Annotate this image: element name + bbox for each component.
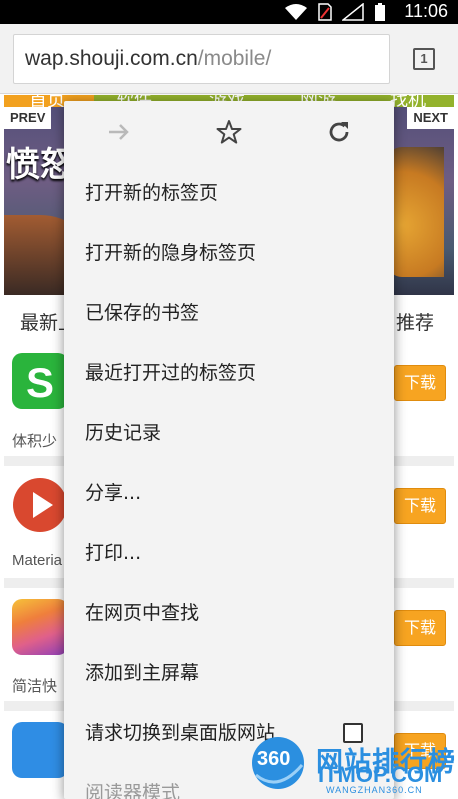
tab-switcher-button[interactable]: 1 — [413, 48, 435, 70]
app-description: Materia — [12, 552, 63, 569]
menu-item-history[interactable]: 历史记录 — [64, 403, 394, 463]
url-host: wap.shouji.com.cn — [25, 47, 198, 70]
nav-item-home[interactable]: 首页 — [29, 95, 65, 107]
watermark-sub: WANGZHAN360.CN — [326, 785, 423, 795]
download-button[interactable]: 下载 — [394, 610, 446, 646]
menu-item-share[interactable]: 分享... — [64, 463, 394, 523]
stripes-app-icon[interactable] — [12, 599, 68, 655]
wifi-icon — [285, 4, 307, 20]
slider-prev-button[interactable]: PREV — [4, 107, 52, 129]
nav-item-phones[interactable]: 找机 — [390, 95, 426, 107]
browser-overflow-menu: 打开新的标签页 打开新的隐身标签页 已保存的书签 最近打开过的标签页 历史记录 … — [64, 101, 394, 799]
star-icon[interactable] — [216, 119, 242, 145]
browser-toolbar: wap.shouji.com.cn/mobile/ 1 — [0, 24, 458, 94]
refresh-icon[interactable] — [326, 119, 352, 145]
svg-text:S: S — [26, 359, 54, 406]
menu-item-new-incognito-tab[interactable]: 打开新的隐身标签页 — [64, 223, 394, 283]
signal-icon — [342, 3, 364, 21]
menu-item-new-tab[interactable]: 打开新的标签页 — [64, 163, 394, 223]
app-description: 简洁快 — [12, 678, 58, 695]
menu-item-recent-tabs[interactable]: 最近打开过的标签页 — [64, 343, 394, 403]
menu-action-row — [64, 101, 394, 163]
no-sim-icon — [318, 3, 332, 21]
play-app-icon[interactable] — [12, 477, 68, 533]
status-bar: 11:06 — [0, 0, 458, 24]
menu-item-label: 请求切换到桌面版网站 — [85, 722, 276, 744]
slider-next-button[interactable]: NEXT — [407, 107, 454, 129]
watermark-logo-text: 360 — [257, 748, 291, 770]
section-title-recommended: 推荐 — [396, 312, 435, 334]
download-button[interactable]: 下载 — [394, 365, 446, 401]
menu-item-print[interactable]: 打印... — [64, 523, 394, 583]
menu-item-find-in-page[interactable]: 在网页中查找 — [64, 583, 394, 643]
s-app-icon[interactable]: S — [12, 353, 68, 409]
menu-item-bookmarks[interactable]: 已保存的书签 — [64, 283, 394, 343]
download-button[interactable]: 下载 — [394, 488, 446, 524]
status-icons — [284, 3, 386, 21]
blue-app-icon[interactable] — [12, 722, 68, 778]
battery-icon — [375, 3, 385, 21]
url-path: /mobile/ — [197, 47, 272, 70]
app-description: 体积少 — [12, 433, 58, 450]
forward-arrow-icon[interactable] — [106, 119, 132, 145]
address-bar[interactable]: wap.shouji.com.cn/mobile/ — [13, 34, 390, 84]
clock: 11:06 — [404, 1, 448, 21]
menu-item-add-to-homescreen[interactable]: 添加到主屏幕 — [64, 643, 394, 703]
